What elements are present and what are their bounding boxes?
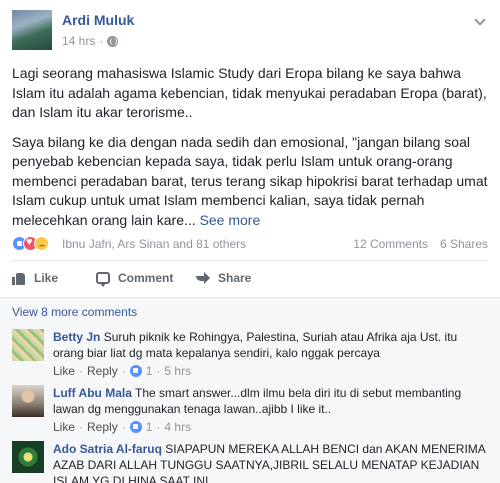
reaction-icons[interactable] — [12, 236, 56, 252]
see-more-link[interactable]: See more — [200, 212, 261, 228]
author-name[interactable]: Ardi Muluk — [62, 12, 134, 28]
comment-reply-link[interactable]: Reply — [87, 419, 118, 435]
share-button[interactable]: Share — [196, 271, 251, 285]
post-counts: 12 Comments 6 Shares — [353, 237, 488, 251]
comment-time[interactable]: 5 hrs — [164, 363, 191, 379]
post-body: Lagi seorang mahasiswa Islamic Study dar… — [12, 64, 488, 240]
comment-time[interactable]: 4 hrs — [164, 419, 191, 435]
like-reaction-icon — [129, 421, 142, 433]
comments-count[interactable]: 12 Comments — [353, 237, 428, 251]
like-button[interactable]: Like — [12, 271, 58, 285]
commenter-avatar[interactable] — [12, 441, 44, 473]
comment-like-count[interactable]: 1 — [146, 419, 153, 435]
post-time[interactable]: 14 hrs — [62, 34, 95, 48]
comment-reply-link[interactable]: Reply — [87, 363, 118, 379]
reaction-names[interactable]: Ibnu Jafri, Ars Sinan and 81 others — [62, 237, 246, 251]
comment-meta: Like · Reply · 1 · 5 hrs — [53, 363, 192, 379]
commenter-name[interactable]: Betty Jn — [53, 330, 100, 344]
divider — [12, 260, 488, 261]
thumbs-up-icon — [12, 272, 26, 285]
chevron-down-icon[interactable] — [474, 14, 486, 26]
like-reaction-icon — [129, 365, 142, 377]
reaction-bar: Ibnu Jafri, Ars Sinan and 81 others 12 C… — [12, 235, 488, 253]
commenter-avatar[interactable] — [12, 329, 44, 361]
comment-text: Suruh piknik ke Rohingya, Palestina, Sur… — [53, 330, 458, 360]
globe-icon — [107, 35, 119, 47]
author-avatar[interactable] — [12, 10, 52, 50]
comment-button[interactable]: Comment — [96, 271, 173, 287]
commenter-name[interactable]: Luff Abu Mala — [53, 386, 132, 400]
post-meta: 14 hrs · — [62, 34, 119, 48]
commenter-avatar[interactable] — [12, 385, 44, 417]
post-header: Ardi Muluk 14 hrs · — [12, 10, 488, 52]
comment-icon — [96, 272, 110, 287]
post-paragraph: Saya bilang ke dia dengan nada sedih dan… — [12, 133, 488, 228]
comments-section: View 8 more comments Betty Jn Suruh pikn… — [0, 297, 500, 483]
shares-count[interactable]: 6 Shares — [440, 237, 488, 251]
action-bar: Like Comment Share — [12, 268, 488, 290]
commenter-name[interactable]: Ado Satria Al-faruq — [53, 442, 162, 456]
sad-reaction-icon — [34, 236, 49, 251]
comment-meta: Like · Reply · 1 · 4 hrs — [53, 419, 192, 435]
view-more-comments-link[interactable]: View 8 more comments — [12, 305, 137, 319]
comment-like-count[interactable]: 1 — [146, 363, 153, 379]
comment-like-link[interactable]: Like — [53, 363, 75, 379]
comment-like-link[interactable]: Like — [53, 419, 75, 435]
share-icon — [196, 272, 210, 284]
post-paragraph: Lagi seorang mahasiswa Islamic Study dar… — [12, 65, 487, 120]
